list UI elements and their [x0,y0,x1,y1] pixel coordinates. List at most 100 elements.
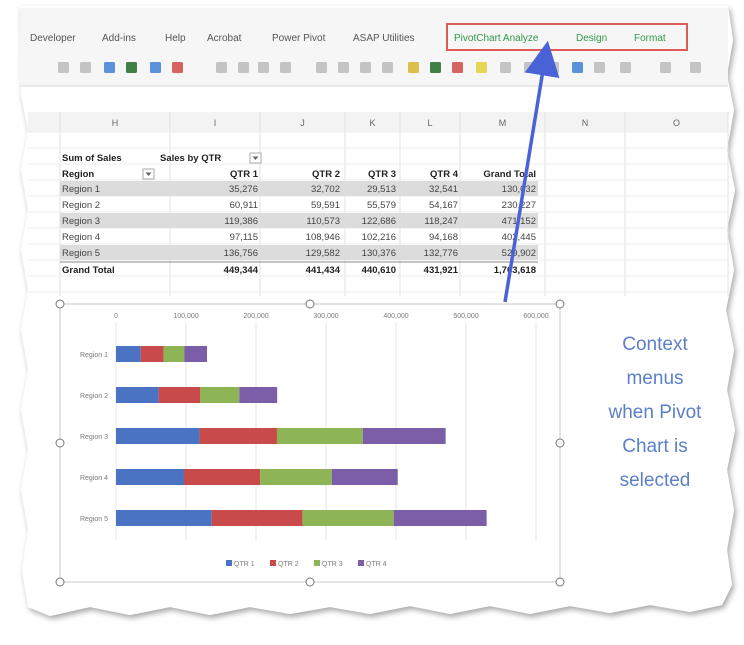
toolbar-icon[interactable] [476,62,487,73]
column-header[interactable]: L [427,118,432,128]
column-header[interactable]: K [369,118,375,128]
pivot-cell: 108,946 [306,232,340,243]
pivot-row-label: Region [62,169,94,180]
resize-handle[interactable] [55,577,65,587]
legend-label[interactable]: QTR 4 [366,561,387,568]
toolbar-icon[interactable] [172,62,183,73]
toolbar-icon[interactable] [316,62,327,73]
pivot-row-label: Region 4 [62,232,100,243]
ribbon-tab[interactable]: Developer [30,33,76,44]
bar-segment[interactable] [331,469,398,485]
pivot-total-cell: 441,434 [306,265,341,276]
legend-swatch [226,560,232,566]
bar-segment[interactable] [362,428,446,444]
pivot-chart[interactable]: 0 100,000 200,000 300,000 400,000 500,000 600,… [55,299,565,587]
toolbar-icon[interactable] [524,62,535,73]
bar-segment[interactable] [239,387,278,403]
toolbar-icon[interactable] [360,62,371,73]
toolbar-icon[interactable] [150,62,161,73]
bar-segment[interactable] [116,346,141,362]
bar-segment[interactable] [276,428,363,444]
legend-swatch [270,560,276,566]
pivot-filter-label: Sales by QTR [160,153,221,164]
bar-segment[interactable] [140,346,164,362]
column-header[interactable]: M [499,118,507,128]
bar-segment[interactable] [184,346,208,362]
bar-segment[interactable] [200,387,240,403]
toolbar-icon[interactable] [104,62,115,73]
bar-segment[interactable] [211,510,303,526]
x-tick-label: 0 [114,313,118,320]
pivot-cell: 529,902 [502,248,536,259]
resize-handle[interactable] [555,438,565,448]
toolbar-icon[interactable] [238,62,249,73]
resize-handle[interactable] [55,299,65,309]
toolbar-icon[interactable] [216,62,227,73]
column-header[interactable]: N [582,118,589,128]
toolbar-icon[interactable] [690,62,701,73]
toolbar-icon[interactable] [126,62,137,73]
legend-label[interactable]: QTR 3 [322,561,343,568]
ribbon-tab[interactable]: Acrobat [207,33,242,44]
pivot-cell: 32,541 [429,184,458,195]
toolbar-icon[interactable] [660,62,671,73]
bar-segment[interactable] [116,510,212,526]
toolbar-icon[interactable] [408,62,419,73]
legend-label[interactable]: QTR 1 [234,561,255,568]
bar-segment[interactable] [199,428,277,444]
resize-handle[interactable] [555,299,565,309]
toolbar-icon[interactable] [382,62,393,73]
bar-segment[interactable] [260,469,332,485]
pivot-cell: 122,686 [362,216,396,227]
toolbar-icon[interactable] [548,62,559,73]
toolbar-icon[interactable] [572,62,583,73]
toolbar-icon[interactable] [338,62,349,73]
toolbar-icon[interactable] [280,62,291,73]
ribbon-tab[interactable]: Power Pivot [272,33,326,44]
toolbar-icon[interactable] [500,62,511,73]
pivot-row-label: Region 2 [62,200,100,211]
bar-segment[interactable] [158,387,201,403]
pivot-col-header: QTR 2 [312,169,340,180]
bar-segment[interactable] [302,510,394,526]
pivot-cell: 55,579 [367,200,396,211]
pivot-cell: 402,445 [502,232,536,243]
ribbon-tab[interactable]: Add-ins [102,33,136,44]
callout-line: when Pivot [608,402,703,423]
column-header[interactable]: J [300,118,305,128]
column-header-bar [28,112,728,132]
toolbar-icon[interactable] [452,62,463,73]
toolbar-icon[interactable] [58,62,69,73]
toolbar-icon[interactable] [594,62,605,73]
toolbar-icon[interactable] [80,62,91,73]
column-header[interactable]: H [112,118,119,128]
context-tab[interactable]: Design [576,33,607,44]
ribbon-tab[interactable]: ASAP Utilities [353,33,415,44]
pivot-row-band [60,181,538,196]
context-tab[interactable]: PivotChart Analyze [454,33,539,44]
callout-line: Chart is [622,436,687,457]
toolbar-icon[interactable] [258,62,269,73]
bar-segment[interactable] [116,428,200,444]
toolbar-icon[interactable] [430,62,441,73]
pivot-cell: 136,756 [224,248,258,259]
bar-segment[interactable] [116,387,159,403]
resize-handle[interactable] [555,577,565,587]
resize-handle[interactable] [55,438,65,448]
bar-segment[interactable] [163,346,185,362]
pivot-col-header: QTR 4 [430,169,459,180]
column-header[interactable]: O [673,118,680,128]
ribbon-tab[interactable]: Help [165,33,186,44]
bar-segment[interactable] [183,469,261,485]
pivot-row-band [60,245,538,260]
column-header[interactable]: I [214,118,217,128]
toolbar-icon[interactable] [620,62,631,73]
legend-swatch [358,560,364,566]
context-tab[interactable]: Format [634,33,666,44]
bar-segment[interactable] [393,510,487,526]
resize-handle[interactable] [305,299,315,309]
legend-label[interactable]: QTR 2 [278,561,299,568]
x-tick-label: 200,000 [243,313,268,320]
bar-segment[interactable] [116,469,184,485]
resize-handle[interactable] [305,577,315,587]
